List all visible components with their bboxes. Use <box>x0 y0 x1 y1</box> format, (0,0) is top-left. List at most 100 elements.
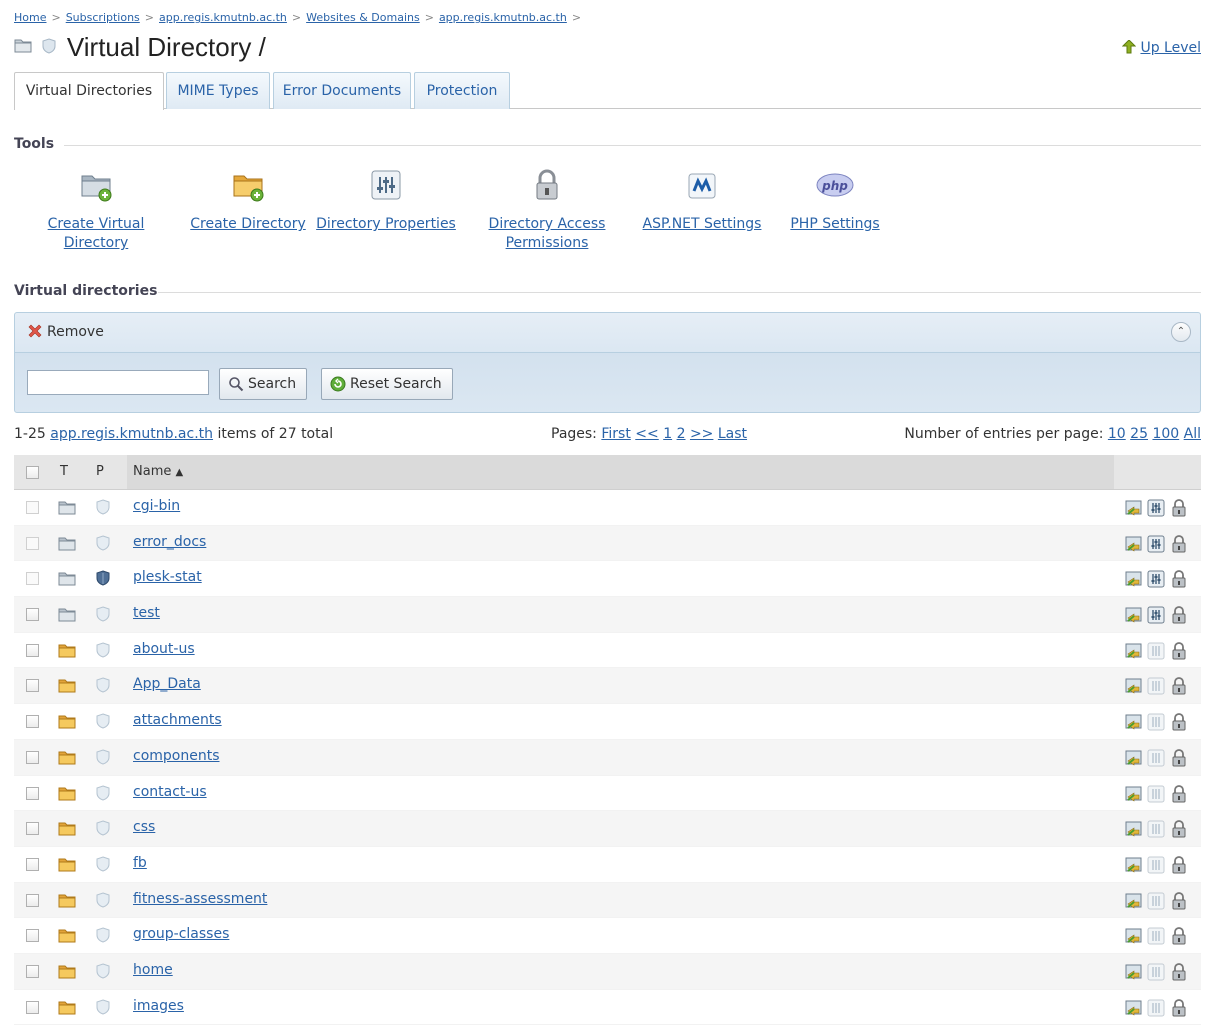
aspnet-settings-tool[interactable]: ASP.NET Settings <box>640 168 764 232</box>
open-directory-icon[interactable] <box>1125 892 1143 910</box>
lock-icon[interactable] <box>1171 784 1189 803</box>
directory-name-link[interactable]: App_Data <box>133 676 201 692</box>
properties-icon[interactable] <box>1147 606 1165 624</box>
per-page-all[interactable]: All <box>1184 426 1201 442</box>
open-directory-icon[interactable] <box>1125 713 1143 731</box>
properties-icon[interactable] <box>1147 927 1165 945</box>
open-directory-icon[interactable] <box>1125 820 1143 838</box>
properties-icon[interactable] <box>1147 820 1165 838</box>
search-input[interactable] <box>27 370 209 395</box>
directory-name-link[interactable]: group-classes <box>133 926 229 942</box>
directory-name-link[interactable]: attachments <box>133 712 222 728</box>
directory-name-link[interactable]: about-us <box>133 641 195 657</box>
open-directory-icon[interactable] <box>1125 927 1143 945</box>
open-directory-icon[interactable] <box>1125 785 1143 803</box>
per-page-10[interactable]: 10 <box>1108 426 1126 442</box>
row-checkbox[interactable] <box>26 822 39 836</box>
create-virtual-directory-label[interactable]: Create Virtual Directory <box>14 215 178 253</box>
open-directory-icon[interactable] <box>1125 499 1143 517</box>
row-checkbox[interactable] <box>26 929 39 943</box>
properties-icon[interactable] <box>1147 499 1165 517</box>
aspnet-settings-label[interactable]: ASP.NET Settings <box>640 215 764 234</box>
breadcrumb-subscription[interactable]: app.regis.kmutnb.ac.th <box>159 11 287 24</box>
create-directory-tool[interactable]: Create Directory <box>190 168 306 232</box>
row-checkbox[interactable] <box>26 643 39 657</box>
lock-icon[interactable] <box>1171 963 1189 981</box>
breadcrumb-websites-domains[interactable]: Websites & Domains <box>306 11 420 24</box>
directory-name-link[interactable]: test <box>133 605 160 621</box>
create-directory-label[interactable]: Create Directory <box>190 215 306 234</box>
page-prev[interactable]: << <box>635 426 658 442</box>
open-directory-icon[interactable] <box>1125 677 1143 695</box>
lock-icon[interactable] <box>1171 641 1189 660</box>
php-settings-label[interactable]: PHP Settings <box>788 215 882 234</box>
directory-name-link[interactable]: css <box>133 819 155 835</box>
tab-virtual-directories[interactable]: Virtual Directories <box>14 72 164 110</box>
remove-button[interactable]: Remove <box>27 323 104 340</box>
page-first[interactable]: First <box>601 426 630 442</box>
lock-icon[interactable] <box>1171 820 1189 838</box>
properties-icon[interactable] <box>1147 570 1165 588</box>
properties-icon[interactable] <box>1147 785 1165 803</box>
row-checkbox[interactable] <box>26 715 39 729</box>
reset-search-button[interactable]: Reset Search <box>321 368 453 400</box>
remove-label[interactable]: Remove <box>47 324 104 340</box>
per-page-25[interactable]: 25 <box>1130 426 1148 442</box>
up-level-label[interactable]: Up Level <box>1140 40 1201 56</box>
properties-icon[interactable] <box>1147 963 1165 981</box>
create-virtual-directory-tool[interactable]: Create Virtual Directory <box>14 168 178 251</box>
page-last[interactable]: Last <box>718 426 747 442</box>
open-directory-icon[interactable] <box>1125 642 1143 660</box>
properties-icon[interactable] <box>1147 749 1165 767</box>
domain-link[interactable]: app.regis.kmutnb.ac.th <box>50 426 213 442</box>
open-directory-icon[interactable] <box>1125 999 1143 1017</box>
search-button[interactable]: Search <box>219 368 308 400</box>
open-directory-icon[interactable] <box>1125 606 1143 624</box>
breadcrumb-home[interactable]: Home <box>14 11 46 24</box>
select-all-checkbox[interactable] <box>26 466 39 479</box>
lock-icon[interactable] <box>1171 570 1189 588</box>
directory-name-link[interactable]: home <box>133 962 173 978</box>
lock-icon[interactable] <box>1171 891 1189 910</box>
row-checkbox[interactable] <box>26 750 39 764</box>
row-checkbox[interactable] <box>26 608 39 622</box>
lock-icon[interactable] <box>1171 748 1189 767</box>
collapse-toolbar-button[interactable]: ⌃ <box>1171 322 1191 342</box>
open-directory-icon[interactable] <box>1125 535 1143 553</box>
reset-search-label[interactable]: Reset Search <box>350 376 442 392</box>
directory-name-link[interactable]: fb <box>133 855 147 871</box>
page-next[interactable]: >> <box>690 426 713 442</box>
properties-icon[interactable] <box>1147 642 1165 660</box>
properties-icon[interactable] <box>1147 713 1165 731</box>
row-checkbox[interactable] <box>26 857 39 871</box>
tab-mime-types[interactable]: MIME Types <box>166 72 270 109</box>
directory-properties-tool[interactable]: Directory Properties <box>316 168 456 232</box>
directory-properties-label[interactable]: Directory Properties <box>316 215 456 234</box>
directory-access-permissions-label[interactable]: Directory Access Permissions <box>486 215 608 253</box>
directory-name-link[interactable]: plesk-stat <box>133 569 202 585</box>
breadcrumb-subscriptions[interactable]: Subscriptions <box>66 11 140 24</box>
row-checkbox[interactable] <box>26 786 39 800</box>
search-button-label[interactable]: Search <box>248 376 296 392</box>
lock-icon[interactable] <box>1171 677 1189 695</box>
properties-icon[interactable] <box>1147 999 1165 1017</box>
directory-name-link[interactable]: images <box>133 998 184 1014</box>
per-page-100[interactable]: 100 <box>1152 426 1179 442</box>
directory-name-link[interactable]: error_docs <box>133 534 206 550</box>
row-checkbox[interactable] <box>26 893 39 907</box>
open-directory-icon[interactable] <box>1125 963 1143 981</box>
column-name-label[interactable]: Name <box>133 464 171 479</box>
row-checkbox[interactable] <box>26 679 39 693</box>
lock-icon[interactable] <box>1171 927 1189 945</box>
php-settings-tool[interactable]: php PHP Settings <box>788 168 882 232</box>
properties-icon[interactable] <box>1147 535 1165 553</box>
open-directory-icon[interactable] <box>1125 570 1143 588</box>
page-1[interactable]: 1 <box>663 426 672 442</box>
directory-access-permissions-tool[interactable]: Directory Access Permissions <box>486 168 608 253</box>
up-level-link[interactable]: Up Level <box>1122 40 1201 56</box>
lock-icon[interactable] <box>1171 606 1189 624</box>
row-checkbox[interactable] <box>26 964 39 978</box>
row-checkbox[interactable] <box>26 501 39 514</box>
properties-icon[interactable] <box>1147 892 1165 910</box>
directory-name-link[interactable]: cgi-bin <box>133 498 180 514</box>
